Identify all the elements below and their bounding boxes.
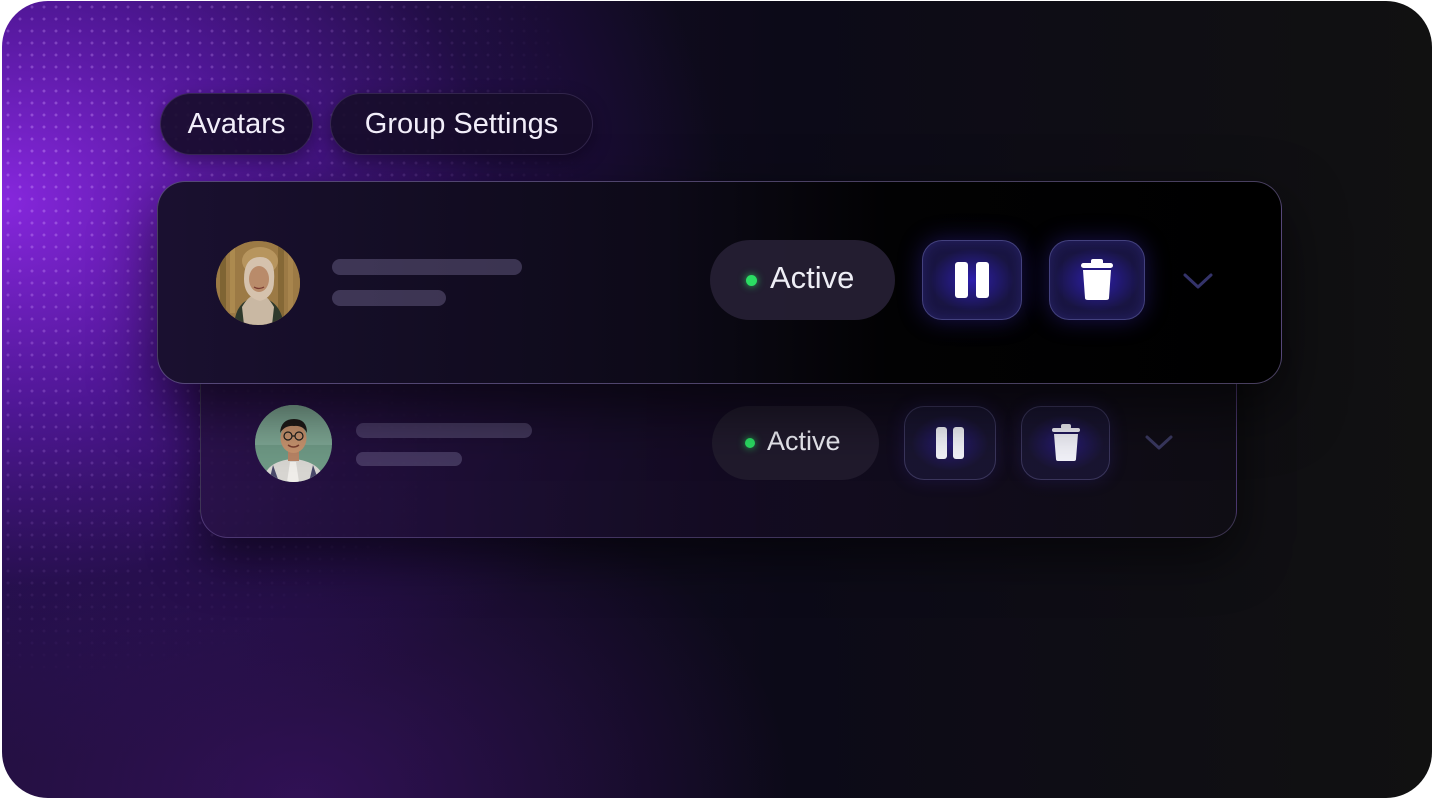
- tab-group-settings[interactable]: Group Settings: [330, 93, 593, 155]
- chevron-down-icon: [1145, 435, 1173, 450]
- subtitle-placeholder: [332, 290, 446, 306]
- trash-icon: [1051, 424, 1080, 461]
- status-label: Active: [770, 260, 855, 295]
- avatar: [255, 405, 332, 482]
- name-placeholder: [332, 259, 522, 275]
- chevron-down-icon: [1183, 273, 1213, 289]
- delete-button[interactable]: [1049, 240, 1145, 320]
- status-badge: Active: [710, 240, 895, 320]
- trash-icon: [1081, 259, 1113, 300]
- tab-avatars[interactable]: Avatars: [160, 93, 313, 155]
- pause-icon: [955, 262, 989, 298]
- avatar-photo-man-glasses: [255, 405, 332, 482]
- subtitle-placeholder: [356, 452, 462, 466]
- pause-button[interactable]: [904, 406, 996, 480]
- expand-button[interactable]: [1182, 270, 1214, 292]
- pause-icon: [936, 427, 964, 459]
- pause-button[interactable]: [922, 240, 1022, 320]
- delete-button[interactable]: [1021, 406, 1110, 480]
- status-label: Active: [767, 426, 841, 456]
- avatar-photo-woman-hijab: [216, 241, 300, 325]
- expand-button[interactable]: [1144, 433, 1174, 453]
- avatar: [216, 241, 300, 325]
- name-placeholder: [356, 423, 532, 438]
- status-dot-icon: [745, 438, 755, 448]
- status-badge: Active: [712, 406, 879, 480]
- status-dot-icon: [746, 275, 757, 286]
